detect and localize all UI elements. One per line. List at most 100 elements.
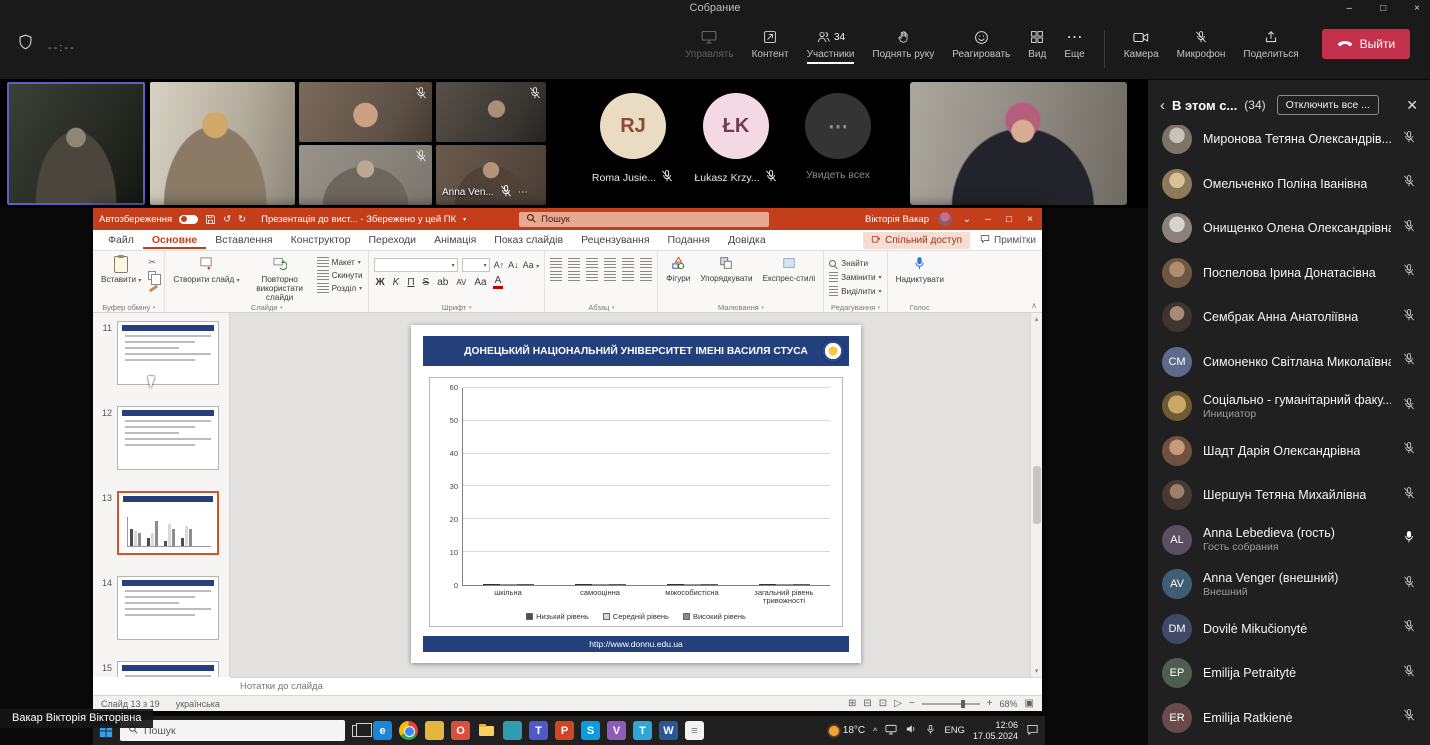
toolbar-more-button[interactable]: ⋯Еще: [1055, 20, 1093, 66]
maximize-icon[interactable]: □: [1380, 3, 1386, 14]
cut-icon[interactable]: ✂: [148, 257, 156, 268]
line-spacing-icon[interactable]: [622, 258, 634, 268]
toolbar-camera-button[interactable]: Камера: [1115, 20, 1168, 66]
normal-view-icon[interactable]: ⊞: [848, 698, 856, 709]
zoom-in-icon[interactable]: +: [987, 698, 993, 709]
undo-icon[interactable]: ↺: [223, 214, 231, 225]
ppt-search-box[interactable]: Пошук: [519, 212, 769, 227]
mic-off-icon[interactable]: [1402, 708, 1416, 727]
ribbon-group-label[interactable]: Абзац▾: [545, 303, 657, 312]
quick-styles-button[interactable]: Експрес-стилі: [760, 255, 819, 284]
stage-avatar-tile[interactable]: ⋯Увидеть всех: [788, 93, 888, 181]
slide-thumbnail-12[interactable]: 12: [99, 406, 221, 470]
slide-chart[interactable]: 0102030405060 шкільнасамооціннаміжособис…: [429, 377, 843, 627]
participant-row[interactable]: Миронова Тетяна Олександрів...: [1148, 125, 1430, 162]
align-center-icon[interactable]: [568, 271, 580, 281]
shapes-button[interactable]: Фігури: [663, 255, 693, 284]
ribbon-group-label[interactable]: Малювання▾: [658, 303, 823, 312]
scrollbar-thumb[interactable]: [1033, 466, 1041, 524]
indent-increase-icon[interactable]: [604, 258, 616, 268]
font-format-button[interactable]: ab: [435, 277, 450, 288]
mic-off-icon[interactable]: [1402, 174, 1416, 193]
font-size-select[interactable]: ▾: [462, 258, 490, 272]
tab-Довідка[interactable]: Довідка: [719, 231, 775, 249]
close-icon[interactable]: ×: [1414, 3, 1420, 14]
reading-view-icon[interactable]: ⊡: [879, 698, 887, 709]
mic-tray-icon[interactable]: [925, 724, 936, 738]
autosave-toggle[interactable]: [179, 215, 198, 224]
collapse-ribbon-icon[interactable]: ∧: [1031, 301, 1037, 310]
tab-Файл[interactable]: Файл: [99, 231, 143, 249]
columns-icon[interactable]: [622, 271, 634, 281]
participant-row[interactable]: Сембрак Анна Анатоліївна: [1148, 295, 1430, 340]
share-button[interactable]: Спільний доступ: [863, 232, 970, 249]
mic-off-icon[interactable]: [1402, 352, 1416, 371]
smartart-icon[interactable]: [640, 271, 652, 281]
taskbar-app-opera-icon[interactable]: O: [451, 721, 470, 740]
task-view-icon[interactable]: [352, 725, 366, 737]
participant-row[interactable]: EPEmilija Petraitytė: [1148, 651, 1430, 696]
toolbar-share-button[interactable]: Поделиться: [1234, 20, 1307, 66]
font-format-button[interactable]: Ж: [374, 277, 387, 288]
reuse-slides-button[interactable]: Повторно використати слайди: [247, 255, 313, 303]
slideshow-view-icon[interactable]: ▷: [894, 698, 902, 709]
font-name-select[interactable]: ▾: [374, 258, 458, 272]
notes-bar[interactable]: Нотатки до слайда: [230, 677, 1042, 695]
ribbon-display-options-icon[interactable]: ⌄: [961, 214, 973, 225]
participant-row[interactable]: Поспелова Ірина Донатасівна: [1148, 251, 1430, 296]
taskbar-app-telegram-icon[interactable]: T: [633, 721, 652, 740]
participant-row[interactable]: ALAnna Lebedieva (гость)Гость собрания: [1148, 518, 1430, 563]
ribbon-group-label[interactable]: Буфер обміну▾: [93, 303, 164, 312]
slide-editor[interactable]: ДОНЕЦЬКИЙ НАЦІОНАЛЬНИЙ УНІВЕРСИТЕТ ІМЕНІ…: [230, 313, 1042, 677]
font-format-button[interactable]: Aa: [472, 277, 488, 288]
slide-thumbnail-13[interactable]: 13: [99, 491, 221, 555]
zoom-level[interactable]: 68%: [1000, 699, 1018, 709]
participant-row[interactable]: EREmilija Ratkienė: [1148, 696, 1430, 741]
slide-thumbnail-11[interactable]: 11: [99, 321, 221, 385]
format-painter-icon[interactable]: [148, 283, 159, 292]
indent-decrease-icon[interactable]: [586, 258, 598, 268]
toolbar-microphone-button[interactable]: Микрофон: [1168, 20, 1235, 66]
ppt-close-icon[interactable]: ×: [1024, 214, 1036, 225]
ppt-restore-icon[interactable]: □: [1003, 214, 1015, 225]
slide-sorter-icon[interactable]: ⊟: [863, 698, 871, 709]
save-icon[interactable]: [205, 214, 216, 225]
ribbon-group-label[interactable]: Голос: [888, 303, 952, 312]
language-switcher[interactable]: ENG: [944, 725, 965, 736]
slide-canvas[interactable]: ДОНЕЦЬКИЙ НАЦІОНАЛЬНИЙ УНІВЕРСИТЕТ ІМЕНІ…: [411, 325, 861, 663]
select-button[interactable]: Виділити ▾: [829, 286, 881, 296]
toolbar-manage-button[interactable]: Управлять: [676, 20, 743, 66]
close-panel-icon[interactable]: ✕: [1406, 97, 1418, 114]
network-icon[interactable]: [885, 724, 897, 738]
mic-off-icon[interactable]: [1402, 664, 1416, 683]
new-slide-button[interactable]: Створити слайд ▾: [170, 255, 242, 286]
tab-Переходи[interactable]: Переходи: [359, 231, 425, 249]
zoom-slider-thumb[interactable]: [961, 700, 965, 708]
mic-on-icon[interactable]: [1402, 530, 1416, 549]
zoom-slider[interactable]: [922, 703, 980, 705]
slide-thumbnail-15[interactable]: 15: [99, 661, 221, 677]
align-left-icon[interactable]: [550, 271, 562, 281]
notification-center-icon[interactable]: [1026, 723, 1039, 739]
shrink-font-icon[interactable]: A↓: [508, 260, 519, 270]
tab-Основне[interactable]: Основне: [143, 231, 206, 249]
mic-off-icon[interactable]: [1402, 130, 1416, 149]
tab-Конструктор[interactable]: Конструктор: [282, 231, 360, 249]
arrange-button[interactable]: Упорядкувати: [697, 255, 755, 284]
mic-off-icon[interactable]: [1402, 219, 1416, 238]
taskbar-app-browser-icon[interactable]: [425, 721, 444, 740]
taskbar-app-word-icon[interactable]: W: [659, 721, 678, 740]
mic-off-icon[interactable]: [1402, 486, 1416, 505]
taskbar-app-media-icon[interactable]: [503, 721, 522, 740]
ppt-user-name[interactable]: Вікторія Вакар: [865, 214, 929, 225]
section-button[interactable]: Розділ ▾: [317, 283, 363, 293]
mic-off-icon[interactable]: [1402, 619, 1416, 638]
mic-off-icon[interactable]: [1402, 263, 1416, 282]
grow-font-icon[interactable]: A↑: [494, 260, 505, 270]
slide-position[interactable]: Слайд 13 з 19: [101, 699, 160, 709]
change-case-icon[interactable]: Aa ▾: [523, 260, 540, 270]
mic-off-icon[interactable]: [1402, 441, 1416, 460]
dictate-button[interactable]: Надиктувати: [893, 255, 947, 285]
document-title[interactable]: Презентація до вист... - Збережено у цей…: [261, 214, 456, 225]
toolbar-content-button[interactable]: Контент: [743, 20, 798, 66]
